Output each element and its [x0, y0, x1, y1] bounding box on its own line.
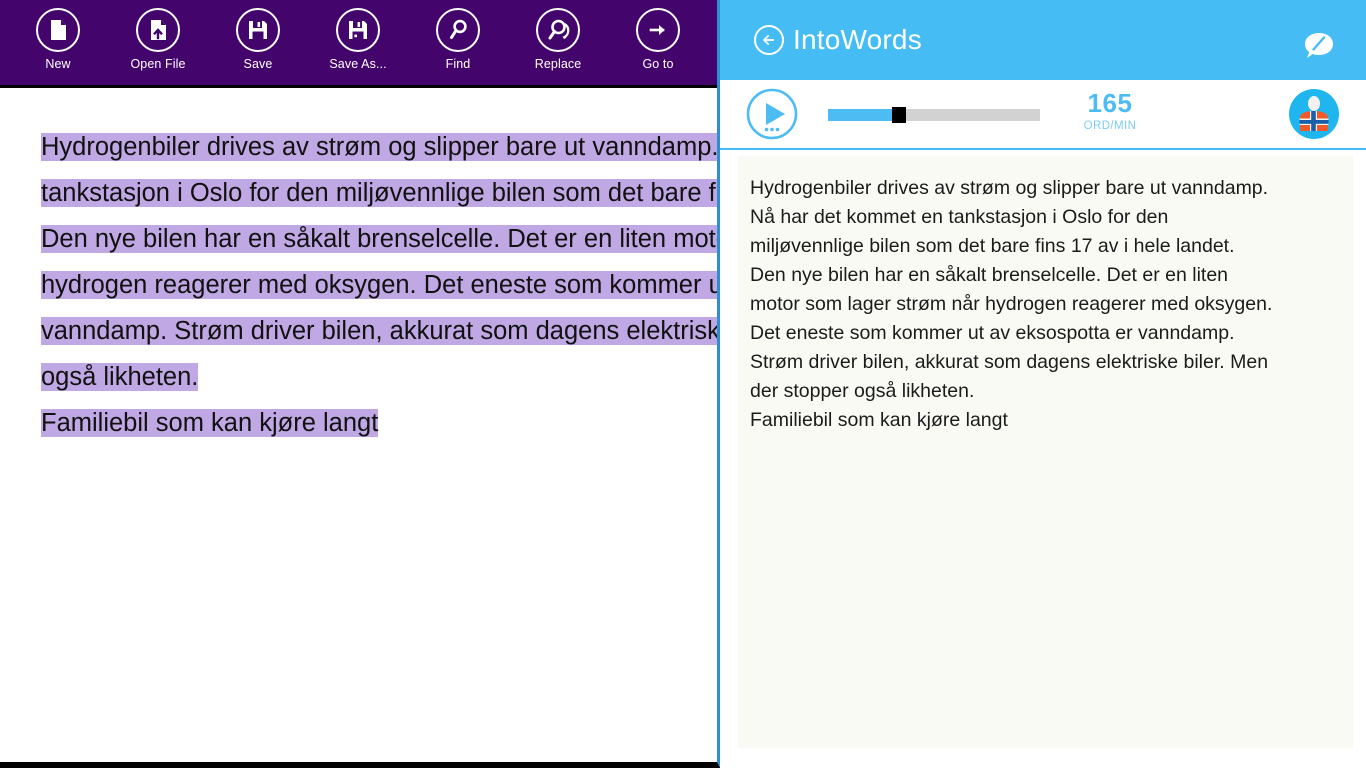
toolbar-button-replace[interactable]: Replace	[508, 0, 608, 80]
intowords-reader-area[interactable]: Hydrogenbiler drives av strøm og slipper…	[738, 156, 1353, 748]
save-icon	[236, 8, 280, 52]
toolbar-button-save[interactable]: Save	[208, 0, 308, 80]
editor-toolbar: New Open File Save Save As... Find Repla…	[0, 0, 717, 88]
toolbar-label-go-to: Go to	[642, 57, 674, 71]
reader-line: Den nye bilen har en såkalt brenselcelle…	[750, 264, 1229, 286]
toolbar-button-go-to[interactable]: Go to	[608, 0, 708, 80]
toolbar-label-find: Find	[445, 57, 471, 71]
find-magnifier-icon	[436, 8, 480, 52]
editor-line: Den nye bilen har en såkalt brenselcelle…	[41, 216, 717, 262]
toolbar-label-save: Save	[243, 57, 273, 71]
speech-bubble-pencil-icon[interactable]	[1300, 27, 1338, 65]
editor-document-page[interactable]: Hydrogenbiler drives av strøm og slipper…	[0, 91, 717, 762]
reading-speed-readout: 165 ORD/MIN	[1050, 89, 1170, 133]
text-editor-window: New Open File Save Save As... Find Repla…	[0, 0, 720, 768]
reader-line: Nå har det kommet en tankstasjon i Oslo …	[750, 206, 1169, 228]
toolbar-label-save-as: Save As...	[329, 57, 387, 71]
editor-line-text: vanndamp. Strøm driver bilen, akkurat so…	[41, 317, 717, 345]
reader-line: Strøm driver bilen, akkurat som dagens e…	[750, 351, 1269, 373]
app-root: New Open File Save Save As... Find Repla…	[0, 0, 1366, 768]
editor-line: tankstasjon i Oslo for den miljøvennlige…	[41, 170, 717, 216]
editor-line-text: Hydrogenbiler drives av strøm og slipper…	[41, 133, 717, 161]
reading-speed-value: 165	[1087, 88, 1133, 118]
norwegian-voice-avatar-icon[interactable]	[1288, 88, 1340, 140]
reader-line: Hydrogenbiler drives av strøm og slipper…	[750, 177, 1269, 199]
intowords-header: IntoWords	[720, 0, 1366, 80]
intowords-playback-controls: 165 ORD/MIN	[720, 80, 1366, 150]
reader-line: motor som lager strøm når hydrogen reage…	[750, 293, 1273, 315]
editor-line: vanndamp. Strøm driver bilen, akkurat so…	[41, 308, 717, 354]
replace-magnifier-icon	[536, 8, 580, 52]
save-as-icon	[336, 8, 380, 52]
toolbar-button-save-as[interactable]: Save As...	[308, 0, 408, 80]
arrow-right-icon	[636, 8, 680, 52]
intowords-panel: IntoWords 165 ORD/MIN Hydrogenbiler driv…	[720, 0, 1366, 768]
reader-line: der stopper også likheten.	[750, 380, 975, 402]
toolbar-label-new: New	[45, 57, 71, 71]
reading-speed-slider[interactable]	[828, 105, 1040, 123]
editor-line-text: tankstasjon i Oslo for den miljøvennlige…	[41, 179, 717, 207]
toolbar-label-open-file: Open File	[130, 57, 186, 71]
editor-line: hydrogen reagerer med oksygen. Det enest…	[41, 262, 717, 308]
editor-line: Familiebil som kan kjøre langt	[41, 400, 717, 446]
reader-line: Det eneste som kommer ut av eksospotta e…	[750, 322, 1235, 344]
reader-line: Familiebil som kan kjøre langt	[750, 409, 1008, 431]
play-button-icon[interactable]	[746, 88, 798, 140]
toolbar-button-open-file[interactable]: Open File	[108, 0, 208, 80]
editor-line-text: Familiebil som kan kjøre langt	[41, 409, 379, 437]
reading-speed-unit: ORD/MIN	[1083, 120, 1137, 132]
editor-line-text: Den nye bilen har en såkalt brenselcelle…	[41, 225, 717, 253]
slider-thumb[interactable]	[892, 107, 906, 123]
editor-line: også likheten.	[41, 354, 717, 400]
intowords-reader-text: Hydrogenbiler drives av strøm og slipper…	[750, 174, 1348, 435]
toolbar-button-new[interactable]: New	[8, 0, 108, 80]
editor-line: Hydrogenbiler drives av strøm og slipper…	[41, 124, 717, 170]
open-file-icon	[136, 8, 180, 52]
back-arrow-circle-icon[interactable]	[754, 25, 784, 55]
toolbar-label-replace: Replace	[534, 57, 582, 71]
slider-fill	[828, 109, 892, 121]
intowords-title: IntoWords	[793, 24, 922, 55]
reader-line: miljøvennlige bilen som det bare fins 17…	[750, 235, 1235, 257]
toolbar-button-find[interactable]: Find	[408, 0, 508, 80]
editor-line-text: også likheten.	[41, 363, 199, 391]
editor-line-text: hydrogen reagerer med oksygen. Det enest…	[41, 271, 717, 299]
editor-document-text[interactable]: Hydrogenbiler drives av strøm og slipper…	[41, 124, 717, 446]
new-document-icon	[36, 8, 80, 52]
